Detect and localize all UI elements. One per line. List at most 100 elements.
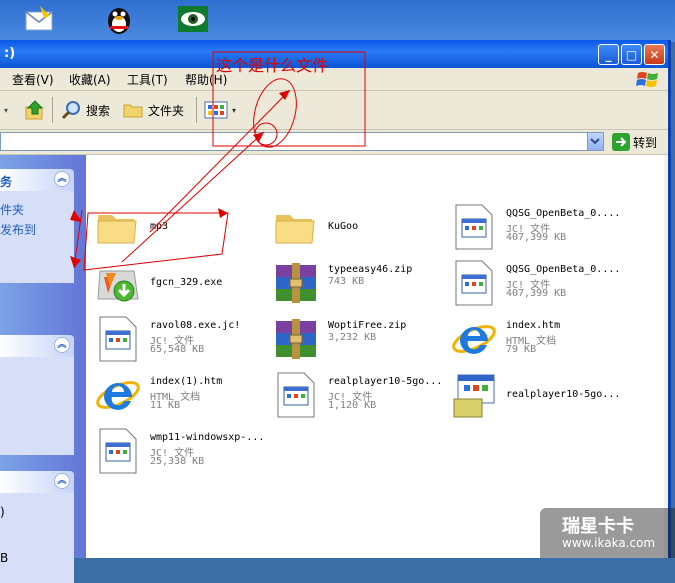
task-link-publish[interactable]: 发布到 [0,219,74,239]
toolbar-separator [52,97,53,123]
menu-bar: 查看(V) 收藏(A) 工具(T) 帮助(H) [0,68,668,91]
details-panel-header[interactable]: ︽ [0,471,74,493]
toolbar-separator [196,97,197,123]
setup-icon [453,374,495,418]
file-name: index(1).htm [150,376,223,387]
collapse-chevron-icon[interactable]: ︽ [54,171,70,187]
search-label: 搜索 [86,103,111,118]
file-name: realplayer10-5go... [506,389,621,400]
windows-logo-icon [636,72,658,87]
file-item[interactable]: QQSG_OpenBeta_0.... JC! 文件 407,399 KB [450,203,625,253]
details-panel: ︽ ) B [0,471,74,583]
file-name: wmp11-windowsxp-... [150,432,265,443]
file-name: KuGoo [328,221,359,232]
tasks-panel: 务 ︽ 件夹 发布到 [0,169,74,283]
file-item[interactable]: realplayer10-5go... [450,371,625,421]
ie-icon [452,325,496,354]
title-bar[interactable]: :) _ □ ✕ [0,40,668,68]
address-dropdown[interactable] [587,133,603,150]
file-item[interactable]: KuGoo [272,203,447,253]
file-size: 3,232 KB [328,332,377,343]
ie-icon [96,381,140,410]
file-name: index.htm [506,320,561,331]
minimize-button[interactable]: _ [598,44,619,65]
file-item[interactable]: realplayer10-5go... JC! 文件 1,120 KB [272,371,447,421]
jc-file-icon [455,260,493,306]
tasks-panel-header[interactable]: 务 ︽ [0,169,74,191]
file-name: mp3 [150,221,169,232]
file-item[interactable]: wmp11-windowsxp-... JC! 文件 25,338 KB [94,427,269,477]
file-item[interactable]: typeeasy46.zip 743 KB [272,259,447,309]
winrar-icon [276,319,316,359]
file-item[interactable]: mp3 [94,203,269,253]
file-size: 65,548 KB [150,344,205,355]
views-grid-icon [204,101,228,119]
up-folder-button[interactable] [24,97,46,123]
file-size: 743 KB [328,276,365,287]
task-link-new-folder[interactable]: 件夹 [0,199,74,219]
folder-icon [275,215,315,244]
file-size: 407,399 KB [506,232,567,243]
eye-software-icon[interactable] [176,2,210,36]
search-button[interactable]: 搜索 [60,97,110,123]
qq-penguin-icon[interactable] [102,2,136,36]
jc-file-icon [99,428,137,474]
file-size: 79 KB [506,344,537,355]
file-name: QQSG_OpenBeta_0.... [506,264,621,275]
outlook-express-icon[interactable] [22,2,56,36]
window-title: :) [4,46,16,61]
menu-view[interactable]: 查看(V) [12,71,54,88]
collapse-chevron-icon[interactable]: ︽ [54,473,70,489]
places-panel-body [0,357,74,455]
places-panel-header[interactable]: ︽ [0,335,74,357]
file-item[interactable]: index(1).htm HTML 文档 11 KB [94,371,269,421]
folder-icon [97,215,137,244]
tasks-panel-body: 件夹 发布到 [0,191,74,283]
watermark: 瑞星卡卡 www.ikaka.com [540,508,675,558]
search-icon [61,101,80,120]
go-button[interactable]: 转到 [612,132,657,152]
file-size: 25,338 KB [150,456,205,467]
maximize-button[interactable]: □ [621,44,642,65]
jc-file-icon [277,372,315,418]
file-name: ravol08.exe.jc! [150,320,241,331]
details-line: ) [0,505,5,519]
up-arrow-icon [25,100,44,120]
file-name: QQSG_OpenBeta_0.... [506,208,621,219]
address-input[interactable] [0,132,604,151]
file-item[interactable]: ravol08.exe.jc! JC! 文件 65,548 KB [94,315,269,365]
file-size: 1,120 KB [328,400,377,411]
toolbar: ▾ 搜索 文件夹 ▾ [0,91,668,130]
jc-file-icon [99,316,137,362]
chevron-down-icon [590,138,600,145]
file-item[interactable]: index.htm HTML 文档 79 KB [450,315,625,365]
jc-file-icon [455,204,493,250]
file-item[interactable]: WoptiFree.zip 3,232 KB [272,315,447,365]
address-bar: 转到 [0,130,668,155]
file-item[interactable]: QQSG_OpenBeta_0.... JC! 文件 407,399 KB [450,259,625,309]
go-arrow-icon [612,133,630,151]
menu-favorites[interactable]: 收藏(A) [69,71,111,88]
chevron-down-icon: ▾ [232,105,237,115]
explorer-window: :) _ □ ✕ 查看(V) 收藏(A) 工具(T) 帮助(H) ▾ 搜索 文件… [0,40,671,583]
file-size: 11 KB [150,400,181,411]
tasks-panel-title: 务 [0,175,13,189]
folders-button[interactable]: 文件夹 [122,97,184,123]
file-name: WoptiFree.zip [328,320,407,331]
task-pane: 务 ︽ 件夹 发布到 ︽ ︽ ) B [0,155,86,583]
close-button[interactable]: ✕ [644,44,665,65]
go-label: 转到 [633,135,658,150]
file-name: typeeasy46.zip [328,264,413,275]
annotation-text: 这个是什么文件 [216,56,329,75]
back-dropdown[interactable]: ▾ [4,97,8,123]
menu-tools[interactable]: 工具(T) [127,71,168,88]
views-button[interactable]: ▾ [204,97,236,123]
details-line: B [0,551,9,565]
file-name: realplayer10-5go... [328,376,443,387]
collapse-chevron-icon[interactable]: ︽ [54,337,70,353]
file-item[interactable]: fgcn_329.exe [94,259,269,309]
folders-label: 文件夹 [148,103,185,118]
vertical-scrollbar[interactable] [664,155,668,558]
places-panel: ︽ [0,335,74,455]
folder-icon [123,104,143,118]
